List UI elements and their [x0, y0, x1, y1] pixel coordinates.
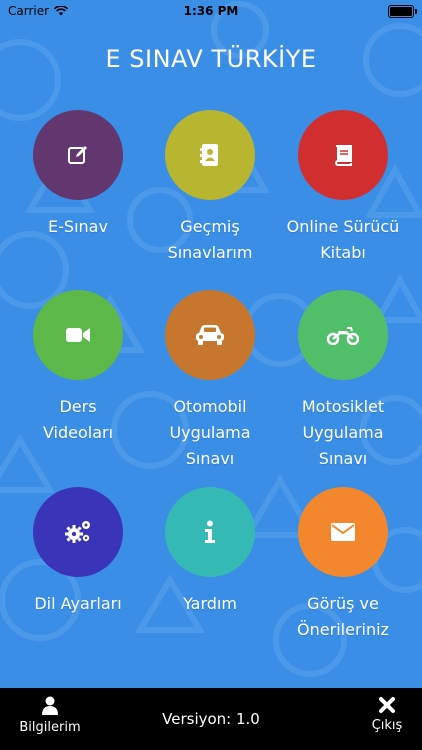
- status-bar: Carrier 1:36 PM: [0, 0, 422, 22]
- menu-item-ders-videolari[interactable]: Ders Videoları: [8, 290, 148, 446]
- menu-circle[interactable]: [298, 110, 388, 200]
- menu-circle[interactable]: [165, 290, 255, 380]
- menu-circle[interactable]: [298, 290, 388, 380]
- bottom-bar: Bilgilerim Versiyon: 1.0 Çıkış: [0, 688, 422, 750]
- menu-item-yardim[interactable]: Yardım: [140, 487, 280, 617]
- menu-label: Görüş ve Önerileriniz: [297, 594, 389, 639]
- book-icon: [335, 145, 352, 166]
- car-icon: [196, 325, 224, 345]
- menu-item-gecmis-sinavlarim[interactable]: Geçmiş Sınavlarım: [140, 110, 280, 266]
- menu-circle[interactable]: [298, 487, 388, 577]
- menu-item-gorus-ve-onerileriniz[interactable]: Görüş ve Önerileriniz: [273, 487, 413, 643]
- menu-label: Motosiklet Uygulama Sınavı: [301, 397, 385, 468]
- menu-label: Ders Videoları: [42, 397, 114, 442]
- menu-label: Online Sürücü Kitabı: [286, 217, 400, 262]
- menu-label: Otomobil Uygulama Sınavı: [169, 397, 251, 468]
- battery-icon: [388, 5, 417, 18]
- page-title: E SINAV TÜRKİYE: [105, 45, 317, 73]
- video-camera-icon: [66, 328, 90, 342]
- exit-button[interactable]: Çıkış: [352, 696, 422, 733]
- app-screen: Carrier 1:36 PM E SINAV TÜRKİYE E-Sınav: [0, 0, 422, 750]
- menu-label: Geçmiş Sınavlarım: [167, 217, 253, 262]
- menu-circle[interactable]: [33, 110, 123, 200]
- menu-circle[interactable]: [165, 487, 255, 577]
- menu-circle[interactable]: [33, 487, 123, 577]
- menu-label: Yardım: [183, 594, 237, 613]
- menu-item-online-surucu-kitabi[interactable]: Online Sürücü Kitabı: [273, 110, 413, 266]
- menu-item-e-sinav[interactable]: E-Sınav: [8, 110, 148, 240]
- info-icon: [205, 520, 215, 543]
- address-book-icon: [200, 144, 218, 166]
- gears-icon: [65, 521, 90, 543]
- edit-icon: [68, 146, 87, 164]
- menu-circle[interactable]: [165, 110, 255, 200]
- exit-label: Çıkış: [371, 718, 403, 733]
- menu-label: Dil Ayarları: [34, 594, 122, 613]
- motorcycle-icon: [327, 327, 359, 345]
- status-time: 1:36 PM: [183, 4, 239, 18]
- menu-label: E-Sınav: [48, 217, 108, 236]
- close-icon: [379, 697, 395, 713]
- menu-item-otomobil-uygulama-sinavi[interactable]: Otomobil Uygulama Sınavı: [140, 290, 280, 472]
- menu-item-motosiklet-uygulama-sinavi[interactable]: Motosiklet Uygulama Sınavı: [273, 290, 413, 472]
- envelope-icon: [331, 523, 355, 541]
- menu-item-dil-ayarlari[interactable]: Dil Ayarları: [8, 487, 148, 617]
- menu-circle[interactable]: [33, 290, 123, 380]
